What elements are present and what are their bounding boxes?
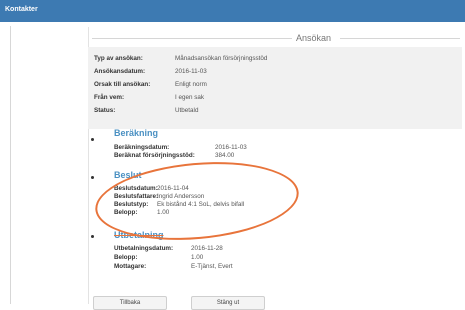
field-value: E-Tjänst, Evert xyxy=(191,263,233,270)
field-value: 2016-11-03 xyxy=(215,144,247,151)
timeline-bullet xyxy=(91,235,94,238)
close-button[interactable]: Stäng ut xyxy=(191,296,265,310)
application-heading: Ansökan xyxy=(296,33,332,43)
field-label: Typ av ansökan: xyxy=(94,55,143,62)
calculation-title: Beräkning xyxy=(114,128,159,138)
field-label: Beräknat försörjningsstöd: xyxy=(114,152,195,159)
field-label: Ansökansdatum: xyxy=(94,68,146,75)
field-label: Orsak till ansökan: xyxy=(94,81,151,88)
field-label: Utbetalningsdatum: xyxy=(114,245,174,252)
field-value: 2016-11-28 xyxy=(191,245,223,252)
window-title: Kontakter xyxy=(5,6,38,13)
field-value: 384.00 xyxy=(215,152,235,159)
field-value: 1.00 xyxy=(191,254,204,261)
field-value: Utbetald xyxy=(175,107,199,114)
timeline-bullet xyxy=(91,138,94,141)
field-label: Beräkningsdatum: xyxy=(114,144,170,151)
field-value: Månadsansökan försörjningsstöd xyxy=(175,55,268,62)
field-value: 2016-11-03 xyxy=(175,68,207,75)
field-label: Från vem: xyxy=(94,94,125,101)
heading-rule-left xyxy=(92,38,292,39)
left-divider xyxy=(10,26,11,304)
field-label: Status: xyxy=(94,107,116,114)
field-value: I egen sak xyxy=(175,94,205,101)
window-title-bar: Kontakter xyxy=(0,0,465,22)
back-button[interactable]: Tillbaka xyxy=(93,296,167,310)
field-label: Mottagare: xyxy=(114,263,147,270)
heading-rule-right xyxy=(340,38,460,39)
field-label: Belopp: xyxy=(114,254,138,261)
timeline-bullet xyxy=(91,176,94,179)
field-value: Enligt norm xyxy=(175,81,207,88)
